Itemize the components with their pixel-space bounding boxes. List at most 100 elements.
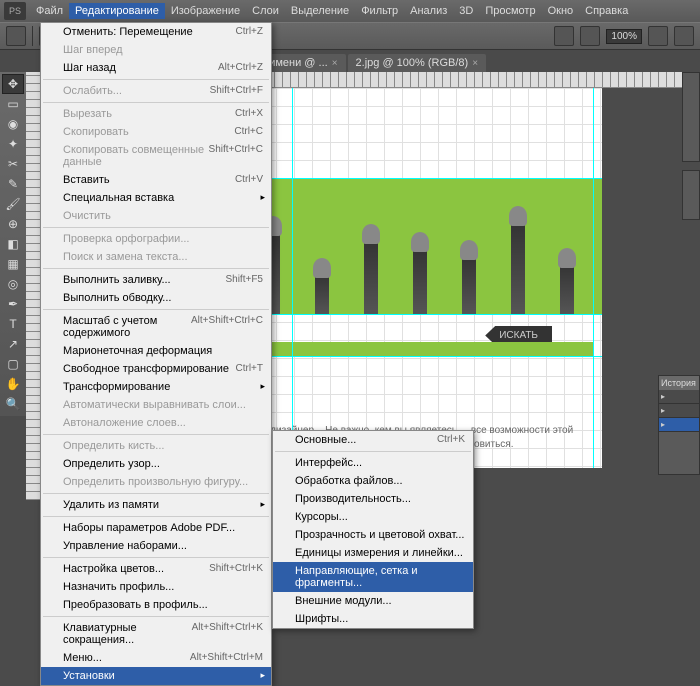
menu-item[interactable]: Внешние модули... <box>273 592 473 610</box>
close-icon[interactable]: × <box>472 58 478 69</box>
pen-tool[interactable]: ✒ <box>2 294 24 314</box>
menu-item: Определить кисть... <box>41 437 271 455</box>
tab-label: 2.jpg @ 100% (RGB/8) <box>356 57 469 69</box>
menu-файл[interactable]: Файл <box>30 3 69 19</box>
menu-слои[interactable]: Слои <box>246 3 285 19</box>
menu-item-label: Определить произвольную фигуру... <box>63 476 248 488</box>
menu-item-label: Наборы параметров Adobe PDF... <box>63 522 235 534</box>
menu-item[interactable]: Курсоры... <box>273 508 473 526</box>
crop-tool[interactable]: ✂ <box>2 154 24 174</box>
menu-item-label: Поиск и замена текста... <box>63 251 188 263</box>
screen-mode-icon[interactable] <box>580 26 600 46</box>
menu-изображение[interactable]: Изображение <box>165 3 246 19</box>
menu-item-label: Трансформирование <box>63 381 170 393</box>
menu-редактирование[interactable]: Редактирование <box>69 3 165 19</box>
panel-tab[interactable]: История <box>659 376 699 390</box>
wand-tool[interactable]: ✦ <box>2 134 24 154</box>
path-tool[interactable]: ↗ <box>2 334 24 354</box>
menu-item[interactable]: Направляющие, сетка и фрагменты... <box>273 562 473 592</box>
menu-item-label: Отменить: Перемещение <box>63 26 193 38</box>
stamp-tool[interactable]: ⊕ <box>2 214 24 234</box>
menu-item[interactable]: Управление наборами... <box>41 537 271 555</box>
collapsed-panel[interactable] <box>682 72 700 162</box>
menu-item[interactable]: Масштаб с учетом содержимогоAlt+Shift+Ct… <box>41 312 271 342</box>
menu-item[interactable]: Основные...Ctrl+K <box>273 431 473 449</box>
menu-item-label: Проверка орфографии... <box>63 233 189 245</box>
menu-просмотр[interactable]: Просмотр <box>479 3 541 19</box>
menu-item-label: Единицы измерения и линейки... <box>295 547 463 559</box>
view-icon[interactable] <box>674 26 694 46</box>
menu-справка[interactable]: Справка <box>579 3 634 19</box>
menu-item[interactable]: Меню...Alt+Shift+Ctrl+M <box>41 649 271 667</box>
shortcut-label: Shift+Ctrl+K <box>209 563 263 575</box>
hand-tool[interactable]: ✋ <box>2 374 24 394</box>
menu-item[interactable]: Определить узор... <box>41 455 271 473</box>
brush-tool[interactable]: 🖌 <box>2 194 24 214</box>
menu-item[interactable]: Клавиатурные сокращения...Alt+Shift+Ctrl… <box>41 619 271 649</box>
collapsed-panel[interactable] <box>682 170 700 220</box>
menu-item[interactable]: Обработка файлов... <box>273 472 473 490</box>
preferences-submenu[interactable]: Основные...Ctrl+K Интерфейс... Обработка ф… <box>272 430 474 629</box>
menu-item[interactable]: Марионеточная деформация <box>41 342 271 360</box>
menu-item[interactable]: Шаг назадAlt+Ctrl+Z <box>41 59 271 77</box>
menu-item: Проверка орфографии... <box>41 230 271 248</box>
menu-item[interactable]: Свободное трансформированиеCtrl+T <box>41 360 271 378</box>
menu-item-label: Обработка файлов... <box>295 475 403 487</box>
blur-tool[interactable]: ◎ <box>2 274 24 294</box>
menu-item[interactable]: ВставитьCtrl+V <box>41 171 271 189</box>
menu-item: Автоматически выравнивать слои... <box>41 396 271 414</box>
menu-item[interactable]: Установки <box>41 667 271 685</box>
marquee-tool[interactable]: ▭ <box>2 94 24 114</box>
menu-item-label: Выполнить заливку... <box>63 274 171 286</box>
menu-item[interactable]: Назначить профиль... <box>41 578 271 596</box>
lasso-tool[interactable]: ◉ <box>2 114 24 134</box>
menu-item[interactable]: Специальная вставка <box>41 189 271 207</box>
menu-item-label: Свободное трансформирование <box>63 363 229 375</box>
menu-item[interactable]: Производительность... <box>273 490 473 508</box>
menu-item-label: Автоналожение слоев... <box>63 417 186 429</box>
close-icon[interactable]: × <box>332 58 338 69</box>
shape-tool[interactable]: ▢ <box>2 354 24 374</box>
menu-3d[interactable]: 3D <box>453 3 479 19</box>
zoom-select[interactable]: 100% <box>606 29 642 44</box>
type-tool[interactable]: T <box>2 314 24 334</box>
menu-item[interactable]: Прозрачность и цветовой охват... <box>273 526 473 544</box>
menu-item[interactable]: Отменить: ПеремещениеCtrl+Z <box>41 23 271 41</box>
history-panel[interactable]: История ▸ ▸ ▸ <box>658 375 700 475</box>
move-tool[interactable]: ✥ <box>2 74 24 94</box>
hand-icon[interactable] <box>648 26 668 46</box>
menu-фильтр[interactable]: Фильтр <box>355 3 404 19</box>
menu-item[interactable]: Преобразовать в профиль... <box>41 596 271 614</box>
menu-item[interactable]: Удалить из памяти <box>41 496 271 514</box>
menubar: PS ФайлРедактированиеИзображениеСлоиВыде… <box>0 0 700 22</box>
menu-item-label: Направляющие, сетка и фрагменты... <box>295 565 465 589</box>
gradient-tool[interactable]: ▦ <box>2 254 24 274</box>
menu-выделение[interactable]: Выделение <box>285 3 355 19</box>
document-tab[interactable]: 2.jpg @ 100% (RGB/8)× <box>348 54 487 72</box>
menu-item[interactable]: Выполнить заливку...Shift+F5 <box>41 271 271 289</box>
menu-item[interactable]: Наборы параметров Adobe PDF... <box>41 519 271 537</box>
menu-item-label: Шаг назад <box>63 62 116 74</box>
menu-item[interactable]: Единицы измерения и линейки... <box>273 544 473 562</box>
eraser-tool[interactable]: ◧ <box>2 234 24 254</box>
menu-item[interactable]: Интерфейс... <box>273 454 473 472</box>
menu-item-label: Ослабить... <box>63 85 122 97</box>
history-row[interactable]: ▸ <box>659 418 699 432</box>
menu-окно[interactable]: Окно <box>542 3 580 19</box>
menu-item[interactable]: Выполнить обводку... <box>41 289 271 307</box>
history-row[interactable]: ▸ <box>659 390 699 404</box>
edit-menu-dropdown[interactable]: Отменить: ПеремещениеCtrl+ZШаг впередШаг… <box>40 22 272 686</box>
menu-item[interactable]: Трансформирование <box>41 378 271 396</box>
menu-item[interactable]: Настройка цветов...Shift+Ctrl+K <box>41 560 271 578</box>
menu-item: Скопировать совмещенные данныеShift+Ctrl… <box>41 141 271 171</box>
menu-item: Шаг вперед <box>41 41 271 59</box>
arrange-icon[interactable] <box>554 26 574 46</box>
menu-item-label: Установки <box>63 670 115 682</box>
zoom-tool[interactable]: 🔍 <box>2 394 24 414</box>
menu-item-label: Очистить <box>63 210 111 222</box>
eyedropper-tool[interactable]: ✎ <box>2 174 24 194</box>
menu-анализ[interactable]: Анализ <box>404 3 453 19</box>
history-row[interactable]: ▸ <box>659 404 699 418</box>
tool-preset-icon[interactable] <box>6 26 26 46</box>
menu-item[interactable]: Шрифты... <box>273 610 473 628</box>
